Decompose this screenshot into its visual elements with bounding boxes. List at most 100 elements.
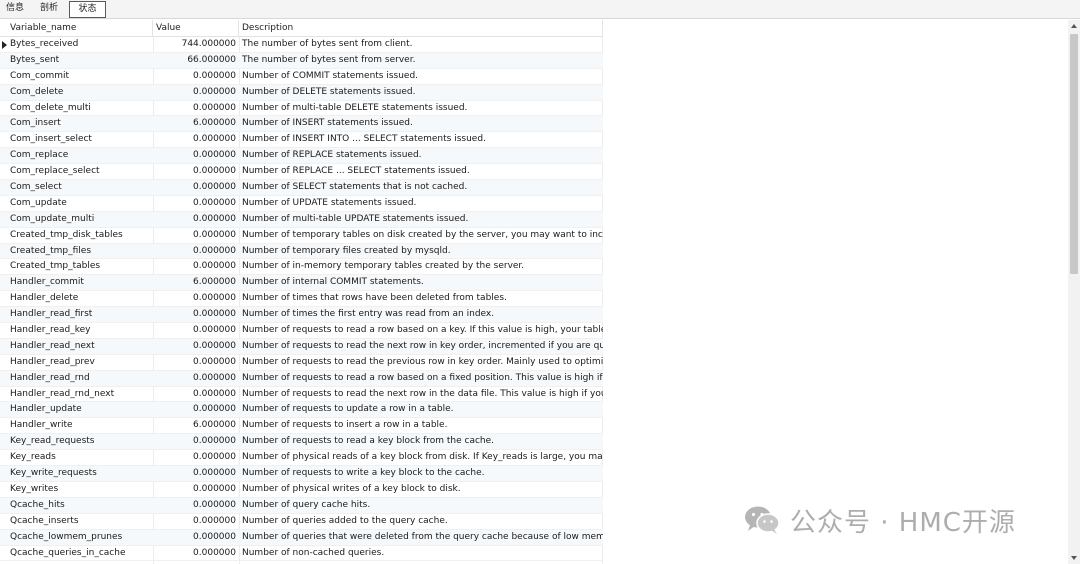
description-cell[interactable]: Number of INSERT statements issued. bbox=[242, 116, 603, 131]
table-row[interactable]: Com_update_multi 0.000000 Number of multi-… bbox=[0, 211, 603, 228]
value-cell[interactable]: 6.000000 bbox=[153, 418, 238, 433]
column-header-value[interactable]: Value bbox=[153, 20, 239, 37]
value-cell[interactable]: 0.000000 bbox=[153, 402, 238, 417]
value-cell[interactable]: 0.000000 bbox=[153, 355, 238, 370]
value-cell[interactable]: 0.000000 bbox=[153, 387, 238, 402]
description-cell[interactable]: Number of requests to write a key block … bbox=[242, 466, 603, 481]
variable-name-cell[interactable]: Handler_read_key bbox=[10, 323, 151, 338]
description-cell[interactable]: Number of queries that were deleted from… bbox=[242, 530, 603, 545]
value-cell[interactable]: 0.000000 bbox=[153, 546, 238, 561]
variable-name-cell[interactable]: Com_insert_select bbox=[10, 132, 151, 147]
table-row[interactable]: Qcache_hits 0.000000 Number of query cache… bbox=[0, 497, 603, 514]
table-row[interactable]: Key_writes 0.000000 Number of physical wri… bbox=[0, 482, 603, 498]
variable-name-cell[interactable]: Created_tmp_files bbox=[10, 244, 151, 259]
description-cell[interactable]: Number of in-memory temporary tables cre… bbox=[242, 259, 603, 274]
variable-name-cell[interactable]: Key_writes bbox=[10, 482, 151, 497]
description-cell[interactable]: Number of requests to read the next row … bbox=[242, 387, 603, 402]
description-cell[interactable]: Number of requests to read a key block f… bbox=[242, 434, 603, 449]
table-row[interactable]: Handler_delete 0.000000 Number of times th… bbox=[0, 291, 603, 308]
value-cell[interactable]: 0.000000 bbox=[153, 307, 238, 322]
variable-name-cell[interactable]: Handler_write bbox=[10, 418, 151, 433]
vertical-scrollbar[interactable] bbox=[1068, 20, 1080, 564]
description-cell[interactable]: The number of bytes sent from server. bbox=[242, 53, 603, 68]
variable-name-cell[interactable]: Handler_delete bbox=[10, 291, 151, 306]
description-cell[interactable]: The number of bytes sent from client. bbox=[242, 37, 603, 52]
table-row[interactable]: Handler_read_rnd_next 0.000000 Number of r… bbox=[0, 387, 603, 403]
table-row[interactable]: Qcache_inserts 0.000000 Number of queries … bbox=[0, 514, 603, 530]
variable-name-cell[interactable]: Com_select bbox=[10, 180, 151, 195]
scroll-down-arrow-icon[interactable] bbox=[1071, 556, 1077, 560]
variable-name-cell[interactable]: Handler_update bbox=[10, 402, 151, 417]
variable-name-cell[interactable]: Key_read_requests bbox=[10, 434, 151, 449]
variable-name-cell[interactable]: Qcache_inserts bbox=[10, 514, 151, 529]
value-cell[interactable]: 0.000000 bbox=[153, 69, 238, 84]
variable-name-cell[interactable]: Com_update_multi bbox=[10, 212, 151, 227]
table-row[interactable]: Key_reads 0.000000 Number of physical read… bbox=[0, 450, 603, 467]
description-cell[interactable]: Number of requests to update a row in a … bbox=[242, 402, 603, 417]
table-row[interactable]: Qcache_queries_in_cache 0.000000 Number of… bbox=[0, 546, 603, 562]
variable-name-cell[interactable]: Com_insert bbox=[10, 116, 151, 131]
table-row[interactable]: Key_read_requests 0.000000 Number of reque… bbox=[0, 434, 603, 451]
variable-name-cell[interactable]: Created_tmp_disk_tables bbox=[10, 228, 151, 243]
table-row[interactable]: Handler_read_first 0.000000 Number of time… bbox=[0, 307, 603, 324]
value-cell[interactable]: 0.000000 bbox=[153, 259, 238, 274]
table-row[interactable]: Com_update 0.000000 Number of UPDATE state… bbox=[0, 196, 603, 212]
value-cell[interactable]: 0.000000 bbox=[153, 498, 238, 513]
description-cell[interactable]: Number of DELETE statements issued. bbox=[242, 85, 603, 100]
variable-name-cell[interactable]: Created_tmp_tables bbox=[10, 259, 151, 274]
description-cell[interactable]: Number of REPLACE ... SELECT statements … bbox=[242, 164, 603, 179]
value-cell[interactable]: 0.000000 bbox=[153, 180, 238, 195]
description-cell[interactable]: Number of requests to read the previous … bbox=[242, 355, 603, 370]
description-cell[interactable]: Number of INSERT INTO ... SELECT stateme… bbox=[242, 132, 603, 147]
table-row[interactable]: Handler_read_next 0.000000 Number of reque… bbox=[0, 338, 603, 355]
description-cell[interactable]: Number of temporary tables on disk creat… bbox=[242, 228, 603, 243]
variable-name-cell[interactable]: Bytes_received bbox=[10, 37, 151, 52]
variable-name-cell[interactable]: Com_delete bbox=[10, 85, 151, 100]
table-row[interactable]: Com_delete 0.000000 Number of DELETE state… bbox=[0, 84, 603, 101]
tab-info[interactable]: 信息 bbox=[1, 1, 29, 18]
variable-name-cell[interactable]: Qcache_hits bbox=[10, 498, 151, 513]
description-cell[interactable]: Number of queries added to the query cac… bbox=[242, 514, 603, 529]
table-row[interactable]: Created_tmp_disk_tables 0.000000 Number of… bbox=[0, 228, 603, 244]
variable-name-cell[interactable]: Handler_read_prev bbox=[10, 355, 151, 370]
value-cell[interactable]: 744.000000 bbox=[153, 37, 238, 52]
value-cell[interactable]: 0.000000 bbox=[153, 212, 238, 227]
table-row[interactable]: Com_replace_select 0.000000 Number of REPL… bbox=[0, 164, 603, 181]
table-row[interactable]: Com_commit 0.000000 Number of COMMIT state… bbox=[0, 69, 603, 85]
scroll-thumb[interactable] bbox=[1070, 34, 1078, 274]
variable-name-cell[interactable]: Handler_commit bbox=[10, 275, 151, 290]
variable-name-cell[interactable]: Qcache_lowmem_prunes bbox=[10, 530, 151, 545]
value-cell[interactable]: 66.000000 bbox=[153, 53, 238, 68]
value-cell[interactable]: 0.000000 bbox=[153, 450, 238, 465]
tab-profile[interactable]: 剖析 bbox=[35, 1, 63, 18]
value-cell[interactable]: 6.000000 bbox=[153, 116, 238, 131]
table-row[interactable]: Qcache_lowmem_prunes 0.000000 Number of qu… bbox=[0, 529, 603, 546]
variable-name-cell[interactable]: Key_write_requests bbox=[10, 466, 151, 481]
scroll-up-arrow-icon[interactable] bbox=[1071, 24, 1077, 28]
description-cell[interactable]: Number of SELECT statements that is not … bbox=[242, 180, 603, 195]
value-cell[interactable]: 0.000000 bbox=[153, 244, 238, 259]
table-row[interactable]: Com_replace 0.000000 Number of REPLACE sta… bbox=[0, 148, 603, 165]
value-cell[interactable]: 0.000000 bbox=[153, 323, 238, 338]
description-cell[interactable]: Number of UPDATE statements issued. bbox=[242, 196, 603, 211]
description-cell[interactable]: Number of requests to read a row based o… bbox=[242, 323, 603, 338]
table-row[interactable]: Com_delete_multi 0.000000 Number of multi-… bbox=[0, 101, 603, 117]
table-row[interactable]: Bytes_sent 66.000000 The number of bytes s… bbox=[0, 52, 603, 69]
variable-name-cell[interactable]: Com_commit bbox=[10, 69, 151, 84]
value-cell[interactable]: 0.000000 bbox=[153, 514, 238, 529]
description-cell[interactable]: Number of REPLACE statements issued. bbox=[242, 148, 603, 163]
table-row[interactable]: Com_insert 6.000000 Number of INSERT state… bbox=[0, 116, 603, 133]
table-row[interactable]: Handler_write 6.000000 Number of requests … bbox=[0, 418, 603, 435]
description-cell[interactable]: Number of times the first entry was read… bbox=[242, 307, 603, 322]
description-cell[interactable]: Number of physical writes of a key block… bbox=[242, 482, 603, 497]
value-cell[interactable]: 0.000000 bbox=[153, 228, 238, 243]
description-cell[interactable]: Number of multi-table DELETE statements … bbox=[242, 101, 603, 116]
value-cell[interactable]: 0.000000 bbox=[153, 530, 238, 545]
variable-name-cell[interactable]: Com_update bbox=[10, 196, 151, 211]
value-cell[interactable]: 0.000000 bbox=[153, 339, 238, 354]
value-cell[interactable]: 0.000000 bbox=[153, 371, 238, 386]
description-cell[interactable]: Number of requests to read the next row … bbox=[242, 339, 603, 354]
description-cell[interactable]: Number of COMMIT statements issued. bbox=[242, 69, 603, 84]
column-header-variable-name[interactable]: Variable_name bbox=[7, 20, 153, 37]
variable-name-cell[interactable]: Key_reads bbox=[10, 450, 151, 465]
